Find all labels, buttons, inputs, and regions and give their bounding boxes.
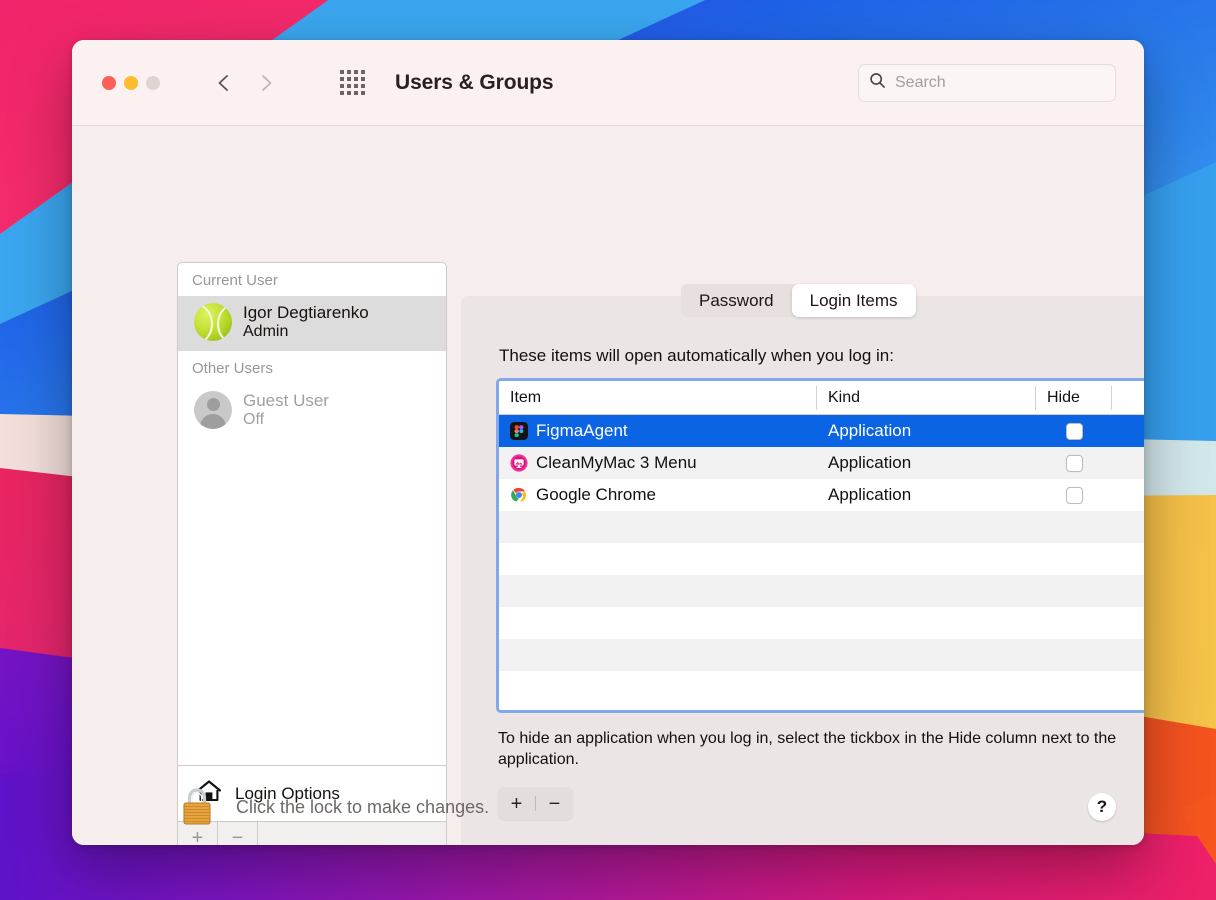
sidebar-group-label-current-user: Current User (178, 263, 446, 296)
traffic-light-buttons (102, 76, 160, 90)
sidebar-group-label-other-users: Other Users (178, 351, 446, 384)
search-icon (869, 72, 886, 94)
table-row-empty[interactable] (499, 575, 1144, 607)
figma-app-icon (510, 422, 528, 440)
cell-item: FigmaAgent (499, 421, 817, 441)
page-title: Users & Groups (395, 71, 553, 95)
users-sidebar: Current User Igor Degtiarenko Admin Othe… (177, 262, 447, 845)
chevron-right-icon[interactable] (256, 73, 276, 93)
show-all-grid-icon[interactable] (340, 70, 365, 95)
item-name: CleanMyMac 3 Menu (536, 453, 697, 473)
segmented-tabs: Password Login Items (681, 284, 916, 317)
hide-checkbox[interactable] (1066, 423, 1083, 440)
user-full-name: Igor Degtiarenko (243, 303, 369, 323)
table-row-empty[interactable] (499, 511, 1144, 543)
system-preferences-window: Users & Groups Current User Igor Degtiar… (72, 40, 1144, 845)
sidebar-item-igor-degtiarenko[interactable]: Igor Degtiarenko Admin (178, 296, 446, 351)
table-header-row: Item Kind Hide (499, 381, 1144, 415)
toolbar-navigation (214, 70, 365, 95)
lock-hint-text: Click the lock to make changes. (236, 797, 489, 818)
cleanmymac-app-icon (510, 454, 528, 472)
help-button[interactable]: ? (1088, 793, 1116, 821)
hide-checkbox[interactable] (1066, 487, 1083, 504)
zoom-window-button[interactable] (146, 76, 160, 90)
column-header-kind[interactable]: Kind (817, 386, 1036, 410)
login-items-panel: These items will open automatically when… (461, 296, 1144, 845)
table-row-empty[interactable] (499, 639, 1144, 671)
table-row-empty[interactable] (499, 543, 1144, 575)
table-row[interactable]: CleanMyMac 3 Menu Application (499, 447, 1144, 479)
hide-column-hint: To hide an application when you log in, … (498, 728, 1144, 770)
tennis-ball-avatar (194, 303, 232, 341)
window-footer: Click the lock to make changes. ? (72, 769, 1144, 845)
cell-item: Google Chrome (499, 485, 817, 505)
minimize-window-button[interactable] (124, 76, 138, 90)
sidebar-spacer (178, 439, 446, 765)
search-box[interactable] (858, 64, 1116, 102)
table-row-empty[interactable] (499, 671, 1144, 703)
kind-name: Application (828, 453, 911, 472)
column-header-hide[interactable]: Hide (1036, 386, 1112, 410)
table-row[interactable]: FigmaAgent Application (499, 415, 1144, 447)
hide-checkbox[interactable] (1066, 455, 1083, 472)
cell-item: CleanMyMac 3 Menu (499, 453, 817, 473)
table-row-empty[interactable] (499, 607, 1144, 639)
user-role: Admin (243, 323, 369, 342)
item-name: FigmaAgent (536, 421, 628, 441)
chevron-left-icon[interactable] (214, 73, 234, 93)
tab-login-items[interactable]: Login Items (792, 284, 916, 317)
sidebar-item-guest-user[interactable]: Guest User Off (178, 384, 446, 439)
intro-text: These items will open automatically when… (499, 346, 894, 366)
guest-status: Off (243, 411, 329, 430)
item-name: Google Chrome (536, 485, 656, 505)
lock-icon[interactable] (176, 785, 218, 829)
desktop-background: Users & Groups Current User Igor Degtiar… (0, 0, 1216, 900)
cell-hide (1036, 423, 1112, 440)
cell-kind: Application (817, 421, 1036, 441)
chrome-app-icon (510, 486, 528, 504)
close-window-button[interactable] (102, 76, 116, 90)
kind-name: Application (828, 421, 911, 440)
tab-password[interactable]: Password (681, 284, 792, 317)
search-input[interactable] (895, 74, 1105, 92)
cell-hide (1036, 487, 1112, 504)
cell-hide (1036, 455, 1112, 472)
column-header-spacer (1112, 386, 1144, 410)
person-placeholder-avatar (194, 391, 232, 429)
column-header-item[interactable]: Item (499, 386, 817, 410)
table-row[interactable]: Google Chrome Application (499, 479, 1144, 511)
window-toolbar: Users & Groups (72, 40, 1144, 126)
window-body: Current User Igor Degtiarenko Admin Othe… (72, 126, 1144, 845)
user-name-block: Igor Degtiarenko Admin (243, 303, 369, 342)
guest-full-name: Guest User (243, 391, 329, 411)
kind-name: Application (828, 485, 911, 504)
cell-kind: Application (817, 485, 1036, 505)
cell-kind: Application (817, 453, 1036, 473)
guest-name-block: Guest User Off (243, 391, 329, 430)
login-items-table[interactable]: Item Kind Hide (496, 378, 1144, 713)
